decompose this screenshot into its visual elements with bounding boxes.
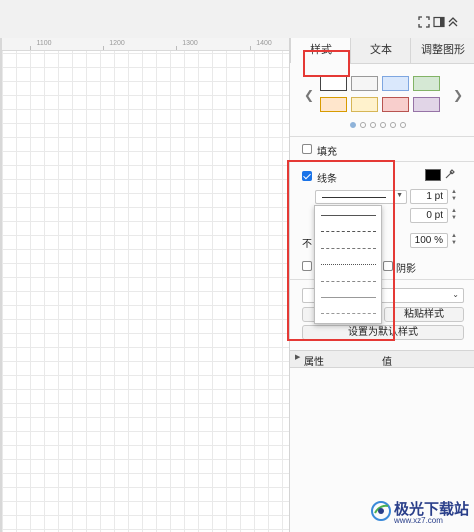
stepper-up-icon[interactable]: ▲ bbox=[450, 189, 458, 195]
tab-text[interactable]: 文本 bbox=[350, 38, 411, 64]
line-pattern-preview bbox=[322, 197, 386, 198]
watermark-logo-icon bbox=[370, 500, 392, 522]
drawing-canvas[interactable] bbox=[0, 51, 289, 532]
properties-header: ▶ 属性 值 bbox=[290, 350, 474, 368]
swatch-page-dot[interactable] bbox=[380, 122, 386, 128]
style-swatch[interactable] bbox=[351, 76, 378, 91]
section-divider bbox=[290, 136, 474, 137]
stepper-down-icon[interactable]: ▼ bbox=[450, 240, 458, 246]
style-swatch[interactable] bbox=[320, 97, 347, 112]
stepper-up-icon[interactable]: ▲ bbox=[450, 208, 458, 214]
style-swatch[interactable] bbox=[351, 97, 378, 112]
line-label: 线条 bbox=[317, 174, 337, 185]
horizontal-ruler: 1100 1200 1300 1400 bbox=[0, 38, 289, 51]
tab-style[interactable]: 样式 bbox=[290, 38, 351, 63]
swatch-page-dot[interactable] bbox=[360, 122, 366, 128]
chevron-down-icon: ⌄ bbox=[452, 290, 459, 299]
ruler-tick: 1300 bbox=[182, 40, 198, 47]
set-default-style-button[interactable]: 设置为默认样式 bbox=[302, 325, 464, 340]
style-swatch[interactable] bbox=[382, 97, 409, 112]
style-swatch[interactable] bbox=[413, 97, 440, 112]
line-checkbox[interactable] bbox=[302, 171, 312, 181]
top-toolbar bbox=[0, 0, 474, 39]
line-width-input[interactable]: 1 pt bbox=[410, 189, 448, 204]
ruler-mark bbox=[250, 46, 251, 50]
ruler-mark bbox=[30, 46, 31, 50]
swatch-page-dot[interactable] bbox=[350, 122, 356, 128]
line-color-swatch[interactable] bbox=[425, 169, 441, 181]
chevron-left-icon[interactable]: ❮ bbox=[304, 88, 314, 102]
chevron-right-icon[interactable]: ▶ bbox=[295, 353, 300, 361]
style-swatch[interactable] bbox=[382, 76, 409, 91]
line-option-dash-dot[interactable] bbox=[321, 281, 376, 282]
format-tabs: 样式 文本 调整图形 bbox=[290, 38, 474, 64]
line-option-dashed[interactable] bbox=[321, 231, 376, 232]
line-spacing-input[interactable]: 0 pt bbox=[410, 208, 448, 223]
line-option-dashed-fine[interactable] bbox=[321, 248, 376, 249]
swatch-page-dot[interactable] bbox=[400, 122, 406, 128]
line-pattern-select[interactable]: ▼ bbox=[315, 190, 407, 204]
paste-style-button[interactable]: 粘贴样式 bbox=[384, 307, 464, 322]
value-column-header: 值 bbox=[382, 357, 392, 368]
stepper-down-icon[interactable]: ▼ bbox=[450, 196, 458, 202]
line-option-solid[interactable] bbox=[321, 215, 376, 216]
ruler-tick: 1400 bbox=[256, 40, 272, 47]
swatch-page-dot[interactable] bbox=[390, 122, 396, 128]
chevron-right-icon[interactable]: ❯ bbox=[453, 88, 463, 102]
line-option-solid-thin[interactable] bbox=[321, 297, 376, 298]
fill-label: 填充 bbox=[317, 147, 337, 158]
shadow-label: 阴影 bbox=[396, 264, 416, 275]
format-panel-icon[interactable] bbox=[433, 16, 445, 28]
line-option-dotted[interactable] bbox=[321, 264, 376, 265]
style-swatch[interactable] bbox=[413, 76, 440, 91]
line-option-dashed-long[interactable] bbox=[321, 313, 376, 314]
stepper-up-icon[interactable]: ▲ bbox=[450, 233, 458, 239]
property-column-header: 属性 bbox=[304, 357, 324, 368]
ruler-mark bbox=[103, 46, 104, 50]
collapse-up-icon[interactable] bbox=[447, 16, 459, 28]
canvas-edge bbox=[0, 38, 2, 532]
ruler-tick: 1200 bbox=[109, 40, 125, 47]
tab-arrange[interactable]: 调整图形 bbox=[410, 38, 474, 64]
eyedropper-icon[interactable] bbox=[444, 168, 456, 180]
fill-checkbox[interactable] bbox=[302, 144, 312, 154]
ruler-mark bbox=[176, 46, 177, 50]
line-pattern-dropdown bbox=[314, 205, 382, 324]
swatch-page-dot[interactable] bbox=[370, 122, 376, 128]
opacity-input[interactable]: 100 % bbox=[410, 233, 448, 248]
section-divider bbox=[290, 161, 474, 162]
style-swatch[interactable] bbox=[320, 76, 347, 91]
chevron-down-icon: ▼ bbox=[396, 192, 403, 199]
opacity-label: 不 bbox=[302, 239, 312, 250]
ruler-tick: 1100 bbox=[36, 40, 52, 47]
rounded-checkbox[interactable] bbox=[302, 261, 312, 271]
fullscreen-icon[interactable] bbox=[418, 16, 430, 28]
shadow-checkbox[interactable] bbox=[383, 261, 393, 271]
stepper-down-icon[interactable]: ▼ bbox=[450, 215, 458, 221]
watermark-url: www.xz7.com bbox=[394, 516, 443, 525]
